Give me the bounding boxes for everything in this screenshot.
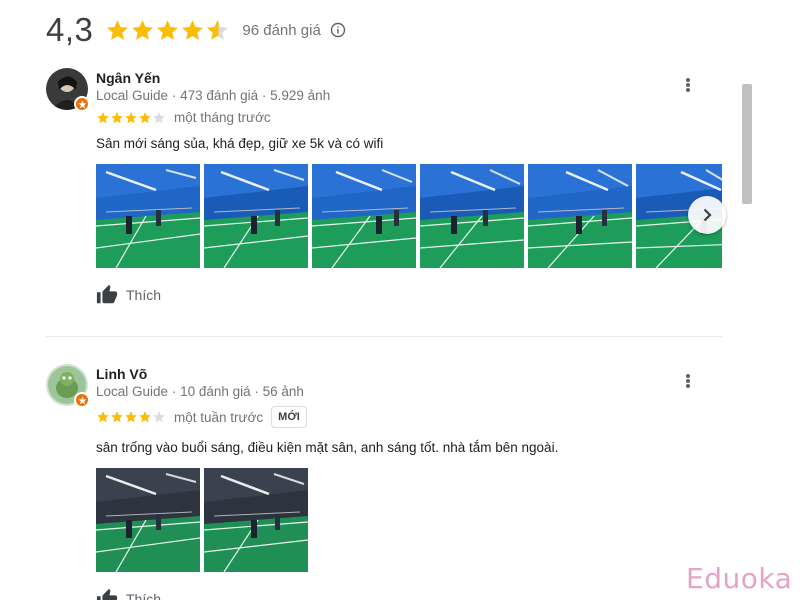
reviewer-photo-count: 56 ảnh — [262, 384, 304, 399]
reviewer-review-count: 473 đánh giá — [180, 88, 259, 103]
average-stars — [105, 18, 230, 43]
star-icon — [153, 411, 165, 423]
star-icon — [111, 111, 123, 123]
local-guide-label: Local Guide — [96, 384, 169, 399]
review-photo[interactable] — [204, 164, 308, 268]
star-icon — [153, 111, 165, 123]
watermark-logo: Eduoka — [686, 562, 793, 595]
like-label: Thích — [126, 591, 162, 600]
local-guide-badge-icon — [74, 96, 90, 112]
review-text: sân trống vào buổi sáng, điều kiện mặt s… — [96, 440, 559, 455]
review-rating-row: một tháng trước — [96, 110, 271, 125]
separator: · — [250, 384, 263, 399]
star-icon — [207, 19, 229, 40]
reviewer-meta: Local Guide · 10 đánh giá · 56 ảnh — [96, 384, 304, 399]
new-badge: MỚI — [271, 406, 307, 428]
separator: · — [258, 88, 271, 103]
local-guide-label: Local Guide — [96, 88, 169, 103]
review-text: Sân mới sáng sủa, khá đẹp, giữ xe 5k và … — [96, 136, 384, 151]
star-icon — [139, 111, 151, 123]
avatar[interactable] — [46, 364, 90, 408]
like-label: Thích — [126, 287, 162, 303]
review-photo[interactable] — [420, 164, 524, 268]
star-icon — [111, 411, 123, 423]
review-photo[interactable] — [312, 164, 416, 268]
review-photo[interactable] — [528, 164, 632, 268]
next-photo-button[interactable] — [688, 196, 726, 234]
star-icon — [97, 411, 109, 423]
avatar[interactable] — [46, 68, 90, 112]
review-photos — [96, 468, 312, 572]
scrollbar-thumb[interactable] — [742, 84, 752, 204]
star-icon — [157, 19, 179, 40]
separator: · — [168, 88, 181, 103]
review-photos — [96, 164, 726, 268]
info-icon[interactable] — [330, 22, 346, 38]
review-rating-row: một tuần trước MỚI — [96, 406, 307, 428]
like-button[interactable]: Thích — [96, 284, 161, 306]
like-button[interactable]: Thích — [96, 588, 161, 600]
thumbs-up-icon — [96, 284, 118, 304]
rating-summary: 4,3 96 đánh giá — [46, 10, 346, 50]
star-icon — [182, 19, 204, 40]
review-photo[interactable] — [96, 164, 200, 268]
local-guide-badge-icon — [74, 392, 90, 408]
star-icon — [107, 19, 129, 40]
separator: · — [168, 384, 181, 399]
review-divider — [46, 336, 722, 337]
star-icon — [125, 111, 137, 123]
more-options-button[interactable] — [682, 372, 694, 390]
reviewer-review-count: 10 đánh giá — [180, 384, 251, 399]
reviewer-meta: Local Guide · 473 đánh giá · 5.929 ảnh — [96, 88, 330, 103]
average-rating: 4,3 — [46, 11, 94, 48]
review-stars — [96, 111, 166, 125]
more-options-button[interactable] — [682, 76, 694, 94]
star-icon — [125, 411, 137, 423]
reviewer-name[interactable]: Linh Võ — [96, 366, 147, 382]
review-count-label[interactable]: 96 đánh giá — [242, 22, 320, 39]
review-time: một tháng trước — [174, 110, 271, 125]
review-time: một tuần trước — [174, 409, 264, 425]
chevron-right-icon — [703, 208, 712, 222]
review-photo[interactable] — [96, 468, 200, 572]
review-photo[interactable] — [204, 468, 308, 572]
reviewer-photo-count: 5.929 ảnh — [270, 88, 331, 103]
star-icon — [97, 111, 109, 123]
reviewer-name[interactable]: Ngân Yến — [96, 70, 160, 86]
star-icon — [139, 411, 151, 423]
thumbs-up-icon — [96, 588, 118, 600]
star-icon — [132, 19, 154, 40]
review-stars — [96, 410, 166, 424]
